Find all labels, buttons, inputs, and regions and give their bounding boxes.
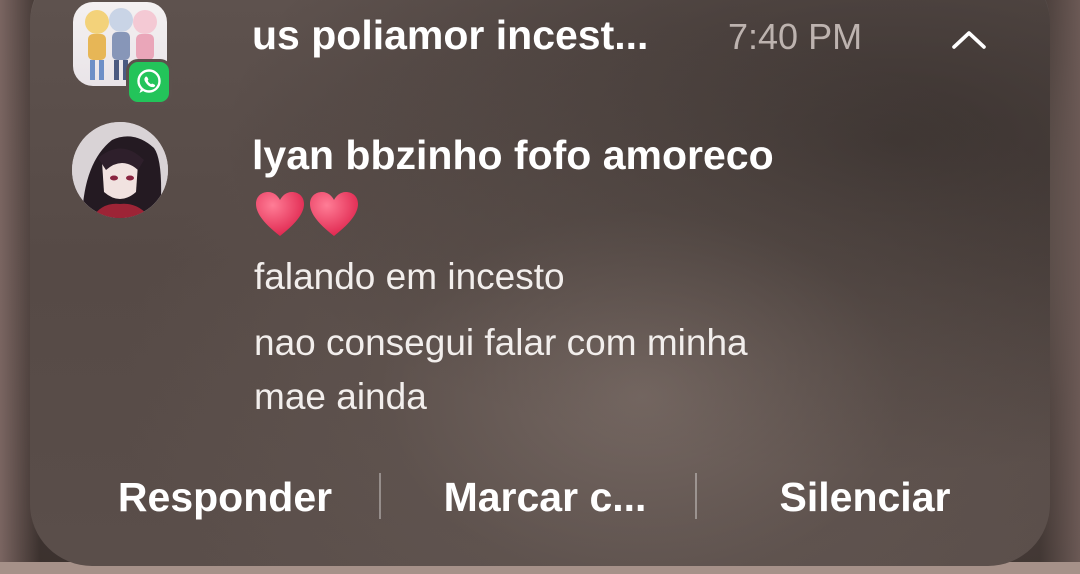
sender-avatar-illustration [72,122,168,218]
message-text: mae ainda [254,376,427,417]
reply-button[interactable]: Responder [90,462,360,532]
action-divider [379,473,381,519]
message-emoji: ❤️❤️ [254,190,360,240]
group-title: us poliamor incest... [252,12,649,58]
mute-button[interactable]: Silenciar [720,462,1010,532]
message-text: falando em incesto [254,256,565,297]
notification-actions: Responder Marcar c... Silenciar [30,462,1050,532]
chevron-up-icon [952,31,986,49]
sender-avatar[interactable] [72,122,168,218]
action-divider [695,473,697,519]
message-text: nao consegui falar com minha [254,322,748,363]
whatsapp-icon [126,59,172,105]
mark-as-read-button[interactable]: Marcar c... [410,462,680,532]
heart-icon [256,192,358,236]
collapse-button[interactable] [948,24,990,54]
sender-name: lyan bbzinho fofo amoreco [252,132,774,178]
notification-time: 7:40 PM [728,16,863,57]
